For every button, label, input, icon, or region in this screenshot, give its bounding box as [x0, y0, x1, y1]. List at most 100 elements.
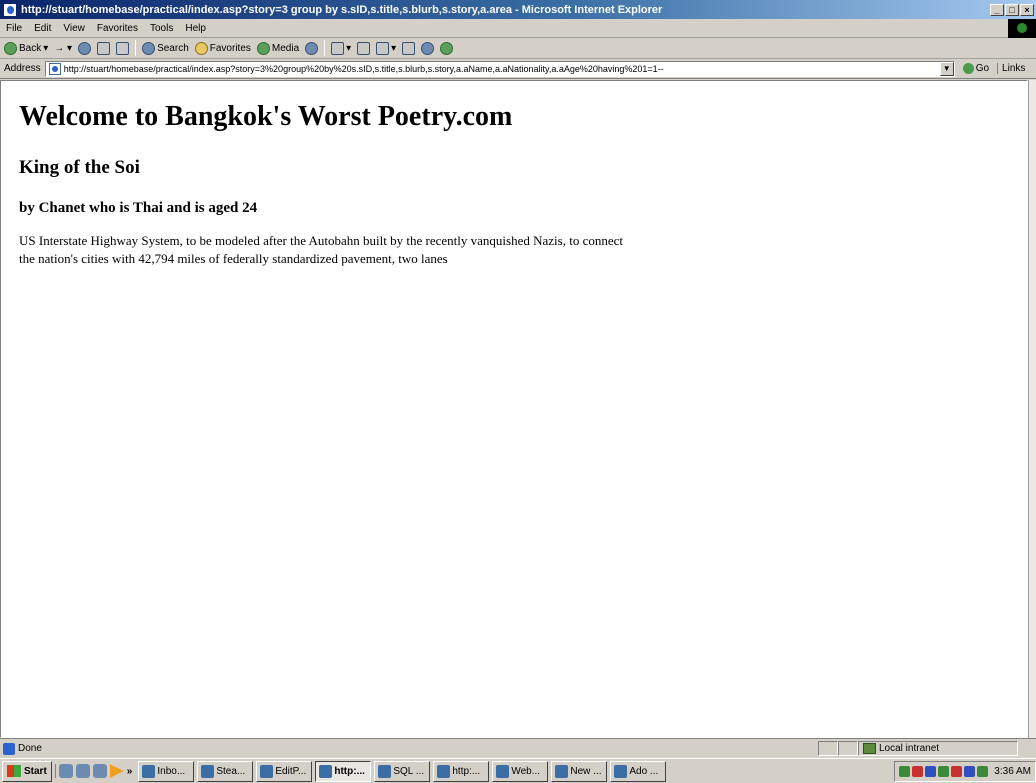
- app-icon: [378, 764, 392, 778]
- links-button[interactable]: Links: [997, 63, 1025, 74]
- go-button[interactable]: Go: [962, 63, 989, 74]
- intranet-icon: [863, 743, 876, 754]
- media-icon: [256, 41, 270, 55]
- desktop-icon[interactable]: [58, 764, 73, 778]
- mail-icon: [331, 41, 345, 55]
- print-icon: [357, 41, 371, 55]
- app-icon: [142, 764, 156, 778]
- forward-button[interactable]: → ▾: [54, 43, 72, 54]
- ie-icon: [319, 764, 333, 778]
- menu-help[interactable]: Help: [179, 23, 212, 34]
- menu-view[interactable]: View: [57, 23, 91, 34]
- media-button[interactable]: Media: [256, 41, 299, 55]
- task-button[interactable]: Stea...: [197, 760, 254, 782]
- discuss-button[interactable]: [402, 41, 416, 55]
- media-player-icon[interactable]: [109, 764, 124, 778]
- task-button[interactable]: EditP...: [256, 760, 313, 782]
- window-controls: _ □ ×: [990, 3, 1034, 16]
- app-icon: [614, 764, 628, 778]
- tray-icon[interactable]: [951, 765, 963, 777]
- menu-favorites[interactable]: Favorites: [91, 23, 144, 34]
- task-button[interactable]: New ...: [551, 760, 608, 782]
- address-bar: Address http://stuart/homebase/practical…: [0, 59, 1036, 79]
- mail-button[interactable]: ▾: [331, 41, 351, 55]
- maximize-button[interactable]: □: [1005, 3, 1019, 16]
- tray-icon[interactable]: [964, 765, 976, 777]
- menu-edit[interactable]: Edit: [28, 23, 57, 34]
- story-byline: by Chanet who is Thai and is aged 24: [19, 200, 258, 216]
- stop-icon: [78, 41, 92, 55]
- page-icon: [48, 62, 61, 75]
- task-button[interactable]: SQL ...: [374, 760, 431, 782]
- windows-logo-icon: [1008, 19, 1036, 38]
- research-button[interactable]: [421, 41, 435, 55]
- stop-button[interactable]: [78, 41, 92, 55]
- tray-icon[interactable]: [912, 765, 924, 777]
- status-text: Done: [18, 743, 42, 754]
- refresh-button[interactable]: [97, 41, 111, 55]
- outlook-icon[interactable]: [92, 764, 107, 778]
- home-button[interactable]: [116, 41, 130, 55]
- task-button[interactable]: Ado ...: [610, 760, 667, 782]
- ie-icon: [496, 764, 510, 778]
- title-bar: http://stuart/homebase/practical/index.a…: [0, 0, 1036, 19]
- tray-icon[interactable]: [925, 765, 937, 777]
- chevron-down-icon[interactable]: ▼: [939, 61, 954, 76]
- menu-bar: File Edit View Favorites Tools Help: [0, 19, 1036, 38]
- quick-launch: »: [54, 764, 136, 778]
- app-icon: [555, 764, 569, 778]
- status-pane: [838, 741, 858, 756]
- app-icon: [260, 764, 274, 778]
- minimize-button[interactable]: _: [990, 3, 1004, 16]
- task-button[interactable]: Web...: [492, 760, 549, 782]
- ie-icon: [437, 764, 451, 778]
- messenger-button[interactable]: [440, 41, 454, 55]
- toolbar: Back ▾ → ▾ Search Favorites Media ▾ ▾: [0, 38, 1036, 59]
- back-button[interactable]: Back ▾: [4, 41, 48, 55]
- go-arrow-icon: [962, 63, 974, 74]
- back-arrow-icon: [4, 41, 17, 55]
- clock: 3:36 AM: [994, 765, 1031, 777]
- menu-tools[interactable]: Tools: [144, 23, 179, 34]
- history-icon: [305, 41, 319, 55]
- tray-icon[interactable]: [899, 765, 911, 777]
- system-tray: 3:36 AM: [894, 760, 1036, 782]
- address-input[interactable]: http://stuart/homebase/practical/index.a…: [44, 60, 955, 77]
- toolbar-separator: [135, 40, 137, 56]
- ie-icon[interactable]: [75, 764, 90, 778]
- task-button[interactable]: http:...: [433, 760, 490, 782]
- tray-icon[interactable]: [938, 765, 950, 777]
- windows-logo-icon: [7, 765, 21, 777]
- toolbar-separator: [324, 40, 326, 56]
- page-done-icon: [3, 742, 15, 755]
- security-zone: Local intranet: [858, 741, 1018, 756]
- ie-icon: [3, 2, 17, 17]
- address-url[interactable]: http://stuart/homebase/practical/index.a…: [64, 64, 940, 74]
- edit-icon: [376, 41, 390, 55]
- task-button-active[interactable]: http:...: [315, 760, 372, 782]
- quick-launch-more[interactable]: »: [127, 766, 133, 777]
- status-bar: Done Local intranet: [0, 738, 1036, 758]
- vertical-scrollbar[interactable]: [1028, 80, 1036, 738]
- research-icon: [421, 41, 435, 55]
- edit-button[interactable]: ▾: [376, 41, 396, 55]
- story-title: King of the Soi: [19, 157, 140, 178]
- status-pane: [818, 741, 838, 756]
- start-button[interactable]: Start: [2, 760, 52, 782]
- home-icon: [116, 41, 130, 55]
- search-button[interactable]: Search: [142, 41, 189, 55]
- address-label: Address: [4, 63, 41, 74]
- app-icon: [201, 764, 215, 778]
- task-button[interactable]: Inbo...: [138, 760, 195, 782]
- close-button[interactable]: ×: [1020, 3, 1034, 16]
- discuss-icon: [402, 41, 416, 55]
- page-heading: Welcome to Bangkok's Worst Poetry.com: [19, 101, 513, 132]
- favorites-button[interactable]: Favorites: [194, 41, 251, 55]
- menu-file[interactable]: File: [0, 23, 28, 34]
- tray-icon[interactable]: [977, 765, 989, 777]
- print-button[interactable]: [357, 41, 371, 55]
- window-title: http://stuart/homebase/practical/index.a…: [21, 3, 663, 16]
- story-body: US Interstate Highway System, to be mode…: [19, 233, 623, 266]
- refresh-icon: [97, 41, 111, 55]
- history-button[interactable]: [305, 41, 319, 55]
